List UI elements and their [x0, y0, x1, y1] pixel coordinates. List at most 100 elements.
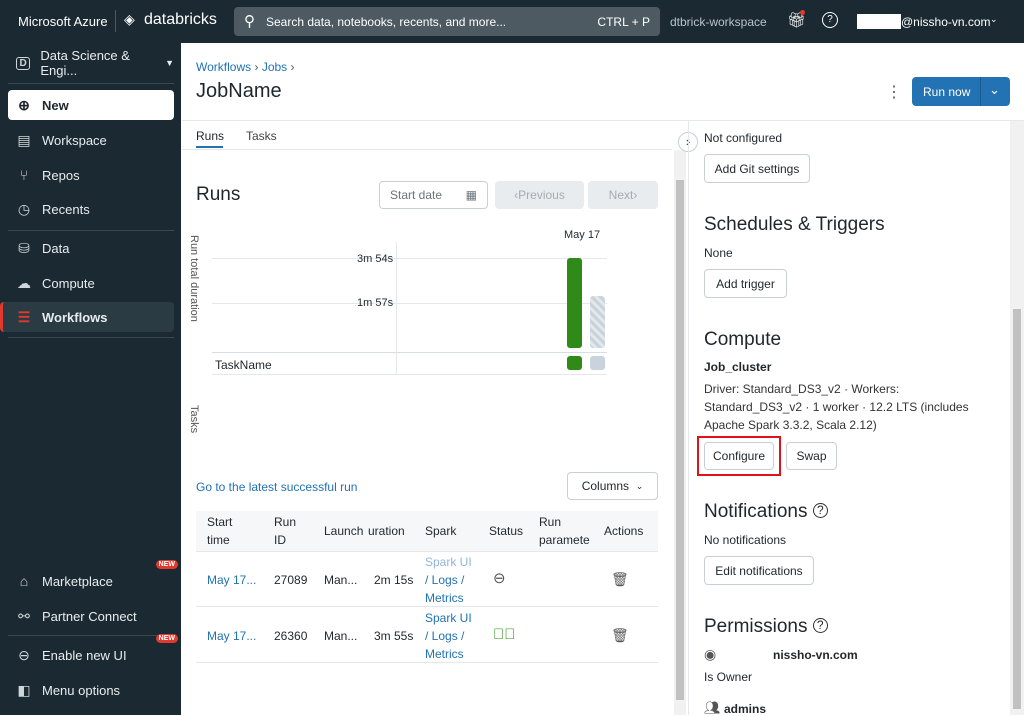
add-git-settings-button[interactable]: Add Git settings: [704, 154, 810, 183]
duration-bar[interactable]: [567, 257, 582, 348]
workspace-icon: ▤: [17, 131, 31, 148]
plus-circle-icon: ⊕: [18, 96, 30, 113]
user-icon: ◉: [704, 646, 717, 662]
clock-icon: ◷: [17, 200, 31, 217]
logs-link[interactable]: / Logs /: [425, 627, 464, 645]
col-run-parameters[interactable]: Run paramete: [539, 513, 595, 549]
col-run-id[interactable]: Run ID: [274, 513, 304, 549]
permission-role: Is Owner: [704, 670, 753, 684]
table-row[interactable]: May 17... 27089 Man... 2m 15s Spark UI /…: [196, 552, 658, 607]
persona-label: Data Science & Engi...: [40, 48, 130, 78]
label: Compute: [42, 275, 95, 291]
sidebar-item-data[interactable]: ⛁ Data: [8, 233, 174, 263]
search-shortcut: CTRL + P: [597, 15, 650, 29]
kebab-menu-icon[interactable]: ⋮: [886, 82, 902, 102]
next-button[interactable]: Next ›: [588, 181, 658, 209]
cluster-name: Job_cluster: [704, 360, 772, 374]
sidebar-item-workspace[interactable]: ▤ Workspace: [8, 125, 174, 155]
start-time-link[interactable]: May 17...: [207, 571, 256, 589]
user-menu[interactable]: @nissho-vn.com: [901, 15, 991, 29]
latest-successful-run-link[interactable]: Go to the latest successful run: [196, 480, 357, 494]
delete-icon[interactable]: 🗑︎: [611, 626, 629, 644]
new-button[interactable]: ⊕ New: [8, 90, 174, 120]
schedules-title: Schedules & Triggers: [704, 214, 885, 235]
chevron-down-icon[interactable]: ⌄: [990, 14, 998, 25]
workspace-name[interactable]: dtbrick-workspace: [670, 15, 767, 29]
search-input[interactable]: ⚲ Search data, notebooks, recents, and m…: [234, 7, 660, 36]
col-start-time[interactable]: Start time: [207, 513, 247, 549]
right-scrollbar[interactable]: [1010, 121, 1024, 715]
sidebar-item-partner-connect[interactable]: ⚯ Partner Connect: [8, 601, 174, 631]
label: Data: [42, 240, 70, 256]
previous-button[interactable]: ‹ Previous: [495, 181, 584, 209]
repos-icon: ⑂: [19, 167, 29, 183]
tab-runs[interactable]: Runs: [196, 129, 224, 143]
help-icon: ?: [812, 503, 828, 518]
panel-icon: ◧: [17, 681, 31, 698]
edit-notifications-button[interactable]: Edit notifications: [704, 556, 814, 585]
left-scrollbar[interactable]: [674, 150, 686, 715]
schedule-value: None: [704, 246, 733, 260]
col-actions[interactable]: Actions: [604, 522, 643, 540]
persona-icon: D: [16, 56, 31, 70]
breadcrumb: Workflows › Jobs ›: [196, 60, 295, 74]
label: Workspace: [42, 132, 107, 148]
swap-button[interactable]: Swap: [786, 442, 837, 470]
databricks-logo-icon: ◈: [124, 11, 135, 27]
col-duration[interactable]: uration: [368, 522, 405, 540]
col-spark[interactable]: Spark: [425, 522, 456, 540]
cancelled-status-icon: ⊖: [493, 570, 506, 587]
columns-button[interactable]: Columns ⌄: [567, 472, 658, 500]
breadcrumb-jobs[interactable]: Jobs: [262, 60, 287, 74]
label: Recents: [42, 201, 90, 217]
group-icon: 👥︎: [704, 700, 721, 715]
configure-button[interactable]: Configure: [704, 442, 774, 470]
task-status-cell[interactable]: [567, 356, 582, 370]
menu-options[interactable]: ◧ Menu options: [8, 675, 174, 705]
logs-link[interactable]: / Logs /: [425, 571, 464, 589]
launch: Man...: [324, 573, 358, 587]
permission-group: admins: [724, 702, 767, 716]
tab-tasks[interactable]: Tasks: [246, 129, 277, 143]
cluster-description: Driver: Standard_DS3_v2 · Workers: Stand…: [704, 382, 969, 432]
notifications-title: Notifications ?: [704, 501, 828, 523]
task-status-cell[interactable]: [590, 356, 605, 370]
start-time-link[interactable]: May 17...: [207, 627, 256, 645]
help-icon[interactable]: ?: [822, 12, 838, 28]
permission-user: nissho-vn.com: [773, 648, 858, 662]
sidebar: D Data Science & Engi... ▼ ⊕ New ▤ Workspace…: [0, 43, 181, 715]
metrics-link[interactable]: Metrics: [425, 645, 464, 663]
git-status: Not configured: [704, 131, 783, 145]
duration-bar[interactable]: [590, 296, 605, 348]
duration: 2m 15s: [374, 573, 414, 587]
delete-icon[interactable]: 🗑︎: [611, 570, 629, 588]
sidebar-item-workflows[interactable]: ☰ Workflows: [0, 302, 174, 332]
metrics-link[interactable]: Metrics: [425, 589, 464, 607]
y-tick: 1m 57s: [357, 297, 394, 309]
task-name: TaskName: [215, 358, 272, 372]
breadcrumb-workflows[interactable]: Workflows: [196, 60, 251, 74]
sidebar-item-compute[interactable]: ☁ Compute: [8, 268, 174, 298]
label: Workflows: [42, 309, 108, 325]
col-status[interactable]: Status: [489, 522, 523, 540]
add-trigger-button[interactable]: Add trigger: [704, 269, 787, 298]
label: Menu options: [42, 682, 121, 698]
table-row[interactable]: May 17... 26360 Man... 3m 55s Spark UI /…: [196, 608, 658, 663]
sidebar-item-marketplace[interactable]: ⌂ Marketplace NEW: [8, 560, 178, 596]
persona-switcher[interactable]: D Data Science & Engi... ▼: [8, 48, 174, 78]
new-label: New: [42, 97, 69, 113]
toggle-icon: ⊖: [18, 646, 30, 663]
sidebar-item-repos[interactable]: ⑂ Repos: [8, 160, 174, 190]
notifications-value: No notifications: [704, 533, 787, 547]
start-date-input[interactable]: Start date ▦: [379, 181, 488, 209]
sidebar-item-recents[interactable]: ◷ Recents: [8, 194, 174, 224]
enable-new-ui-toggle[interactable]: ⊖ Enable new UI NEW: [8, 634, 178, 670]
search-icon: ⚲: [244, 13, 255, 30]
run-now-button[interactable]: Run now ⌄: [912, 77, 1010, 106]
search-placeholder: Search data, notebooks, recents, and mor…: [266, 15, 507, 29]
col-launch[interactable]: Launch: [324, 522, 363, 540]
chevron-down-icon[interactable]: ⌄: [989, 82, 1000, 98]
spark-ui-link[interactable]: Spark UI: [425, 609, 472, 627]
spark-ui-link[interactable]: Spark UI: [425, 553, 472, 571]
brand-logo[interactable]: databricks: [144, 11, 217, 29]
